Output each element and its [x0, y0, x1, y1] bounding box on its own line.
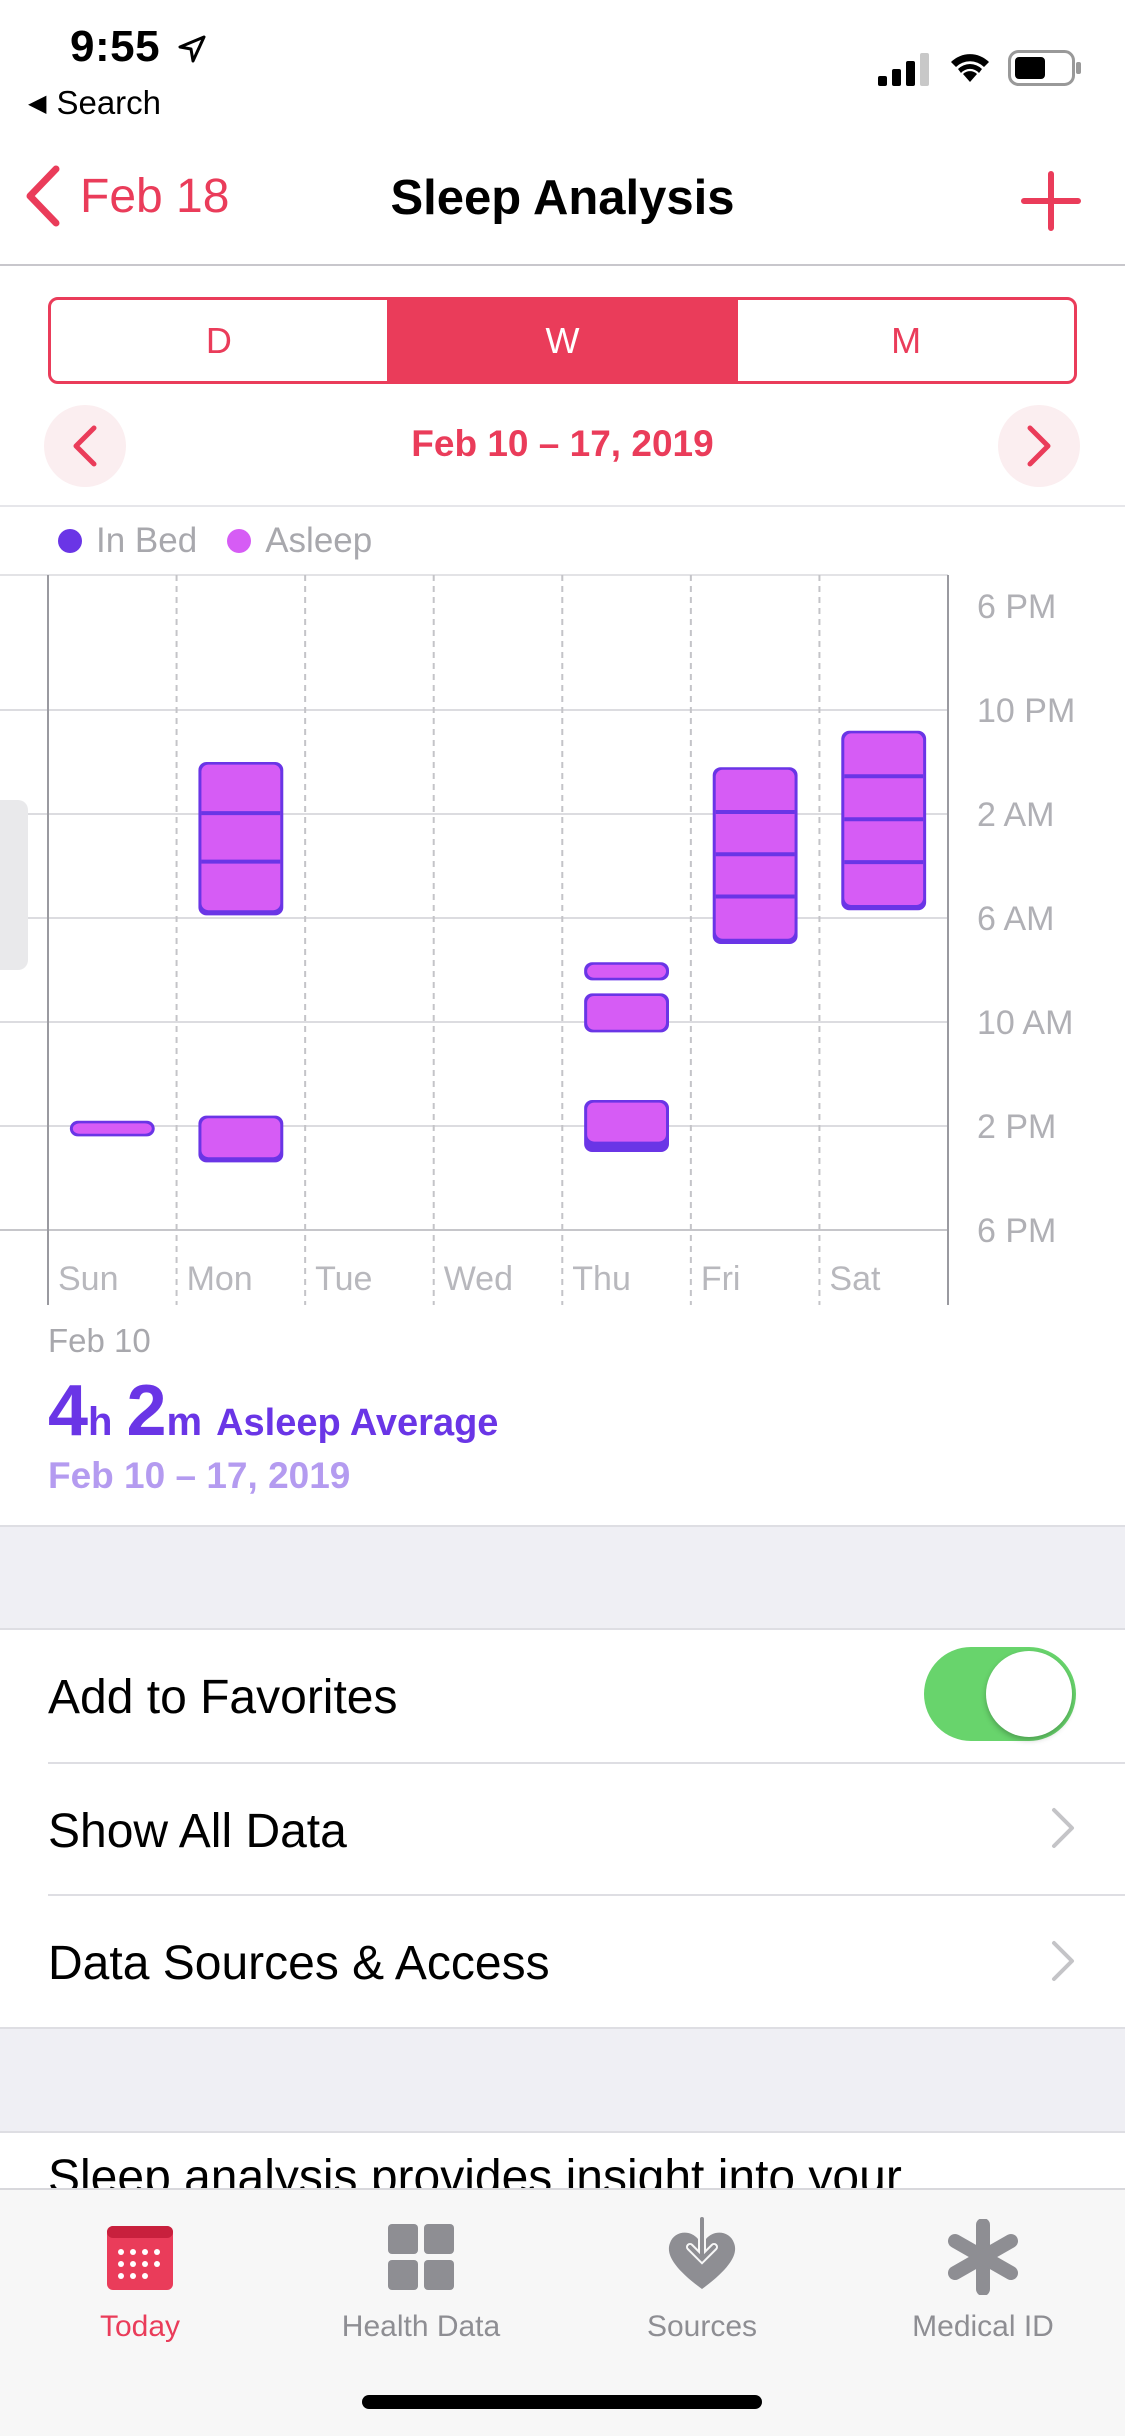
grid-icon	[301, 2212, 541, 2302]
legend-in-bed: In Bed	[58, 521, 197, 561]
segment-day[interactable]: D	[51, 300, 387, 381]
chart-legend: In Bed Asleep	[58, 521, 402, 561]
tab-medical-id[interactable]: Medical ID	[863, 2212, 1103, 2344]
day-label: Sun	[58, 1260, 119, 1298]
legend-label: Asleep	[265, 521, 373, 560]
back-to-search-button[interactable]: ◀ Search	[28, 84, 161, 122]
status-time: 9:55	[70, 22, 207, 72]
tab-sources[interactable]: Sources	[582, 2212, 822, 2344]
selected-date: Feb 10	[48, 1322, 151, 1359]
day-label: Thu	[572, 1260, 631, 1298]
status-time-text: 9:55	[70, 22, 161, 71]
section-spacer	[0, 2027, 1125, 2133]
toggle-knob	[986, 1651, 1072, 1737]
add-button[interactable]	[1018, 168, 1084, 239]
asleep-bar	[587, 996, 666, 1030]
show-all-data-label: Show All Data	[48, 1804, 347, 1858]
calendar-icon	[20, 2212, 260, 2302]
average-minutes: 2	[126, 1371, 167, 1451]
data-sources-label: Data Sources & Access	[48, 1936, 550, 1990]
favorites-toggle[interactable]	[924, 1647, 1076, 1741]
y-tick-label: 6 AM	[977, 900, 1054, 938]
asleep-bar	[201, 764, 281, 911]
asleep-bar	[587, 1102, 666, 1142]
plus-icon	[1021, 171, 1081, 231]
tab-today[interactable]: Today	[20, 2212, 260, 2344]
chevron-right-icon	[1050, 1939, 1076, 1988]
range-segmented-control: D W M	[48, 297, 1077, 384]
date-range-label: Feb 10 – 17, 2019	[411, 423, 714, 464]
row-divider	[48, 1894, 1125, 1896]
sleep-chart[interactable]: 6 PM 10 PM 2 AM 6 AM 10 AM 2 PM 6 PM Sun Mon Tue W…	[0, 570, 1125, 1310]
day-label: Fri	[701, 1260, 741, 1298]
location-arrow-icon	[178, 35, 206, 63]
y-tick-label: 6 PM	[977, 1212, 1056, 1250]
asleep-bar	[72, 1123, 152, 1134]
wifi-icon	[946, 48, 994, 89]
tab-label: Sources	[646, 2310, 758, 2343]
legend-label: In Bed	[96, 521, 198, 560]
next-week-button[interactable]	[998, 405, 1080, 487]
section-spacer	[0, 1525, 1125, 1630]
asleep-dot-icon	[227, 529, 252, 553]
day-label: Sat	[829, 1260, 881, 1298]
chevron-right-icon	[1027, 425, 1051, 467]
data-sources-row[interactable]: Data Sources & Access	[0, 1897, 1125, 2029]
back-triangle-icon: ◀	[28, 89, 47, 117]
legend-asleep: Asleep	[227, 521, 372, 561]
home-indicator[interactable]	[362, 2395, 762, 2409]
signal-icon	[878, 52, 934, 91]
chevron-right-icon	[1050, 1806, 1076, 1855]
asleep-bar	[587, 964, 666, 978]
y-tick-label: 2 AM	[977, 796, 1054, 834]
tab-label: Today	[99, 2310, 181, 2343]
summary-range: Feb 10 – 17, 2019	[48, 1455, 351, 1496]
show-all-data-row[interactable]: Show All Data	[0, 1765, 1125, 1897]
row-divider	[48, 1762, 1125, 1764]
segment-week[interactable]: W	[386, 300, 736, 381]
y-tick-label: 6 PM	[977, 588, 1056, 626]
asleep-bar	[201, 1118, 281, 1158]
y-tick-label: 2 PM	[977, 1108, 1056, 1146]
day-label: Wed	[444, 1260, 513, 1298]
tab-label: Medical ID	[912, 2310, 1054, 2343]
day-label: Mon	[187, 1260, 253, 1298]
nav-divider	[0, 264, 1125, 266]
y-tick-label: 10 AM	[977, 1004, 1073, 1042]
sleep-average: 4 h 2 m Asleep Average	[48, 1370, 498, 1452]
average-label: Asleep Average	[216, 1402, 499, 1444]
asterisk-icon	[863, 2212, 1103, 2302]
day-label: Tue	[315, 1260, 372, 1298]
chart-divider	[0, 505, 1125, 507]
segment-month[interactable]: M	[735, 300, 1074, 381]
tab-health-data[interactable]: Health Data	[301, 2212, 541, 2344]
side-scroll-handle[interactable]	[0, 800, 28, 970]
favorites-label: Add to Favorites	[48, 1670, 398, 1724]
page-title: Sleep Analysis	[390, 171, 735, 225]
tab-label: Health Data	[341, 2310, 501, 2343]
back-app-label: Search	[56, 84, 162, 121]
battery-icon	[1008, 50, 1082, 91]
heart-arrow-icon	[582, 2212, 822, 2302]
in-bed-dot-icon	[58, 529, 82, 553]
minutes-unit: m	[166, 1400, 203, 1444]
y-tick-label: 10 PM	[977, 692, 1075, 730]
hours-unit: h	[88, 1400, 113, 1444]
average-hours: 4	[48, 1371, 89, 1451]
